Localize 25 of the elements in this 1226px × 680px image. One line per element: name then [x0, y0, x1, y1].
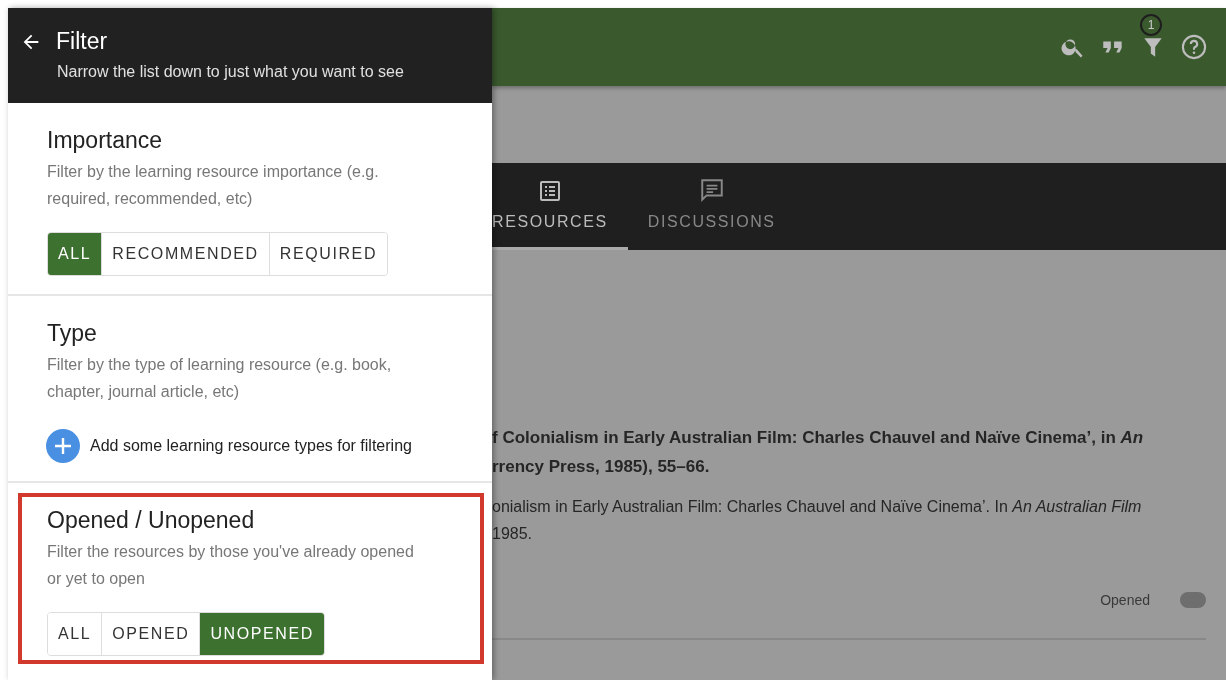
section-title: Importance: [47, 127, 163, 154]
drawer-subtitle: Narrow the list down to just what you want to see: [57, 63, 405, 81]
citation-text: f Colonialism in Early Australian Film: Charles Chauvel and Naïve Cinema’, in An: [492, 427, 1145, 449]
citation-text: onialism in Early Australian Film: Charles Chauvel and Naïve Cinema’. In An Australian Film: [492, 497, 1143, 517]
filter-count-badge: 1: [1140, 14, 1162, 36]
add-type-button[interactable]: Add some learning resource types for filtering: [46, 429, 412, 463]
citation-text: 1985.: [492, 524, 534, 544]
section-title: Type: [47, 320, 97, 347]
filter-option[interactable]: UNOPENED: [200, 613, 324, 655]
tab[interactable]: DISCUSSIONS: [647, 163, 776, 250]
filter-option[interactable]: ALL: [48, 233, 103, 275]
citation-text: rrency Press, 1985), 55–66.: [492, 456, 711, 478]
filter-option[interactable]: ALL: [48, 613, 103, 655]
section-title: Opened / Unopened: [47, 507, 255, 534]
section-description: Filter by the type of learning resource (e.g. book, chapter, journal article, etc): [47, 355, 393, 402]
chat-icon: [698, 177, 725, 203]
section-description: Filter by the learning resource importance (e.g. required, recommended, etc): [47, 162, 380, 209]
list-icon: [537, 179, 562, 203]
opened-label: Opened: [1100, 592, 1150, 608]
tab[interactable]: RESOURCES: [492, 163, 628, 250]
plus-icon: [46, 429, 80, 463]
help-icon[interactable]: [1180, 33, 1208, 61]
opened-toggle[interactable]: [1180, 592, 1206, 608]
section-description: Filter the resources by those you've already opened or yet to open: [47, 542, 415, 589]
drawer-title: Filter: [56, 28, 108, 55]
